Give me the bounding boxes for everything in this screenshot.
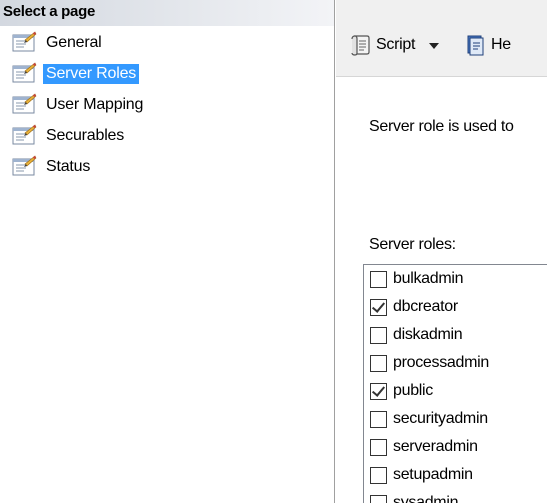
server-role-description: Server role is used to (369, 118, 514, 135)
page-item-user-mapping[interactable]: User Mapping (0, 93, 334, 124)
script-button-label: Script (376, 36, 416, 53)
role-item-bulkadmin[interactable]: bulkadmin (364, 265, 547, 293)
login-properties-window: Select a page General Server Roles User … (0, 0, 547, 503)
help-button[interactable]: He (464, 29, 511, 61)
page-item-server-roles[interactable]: Server Roles (0, 62, 334, 93)
page-item-securables[interactable]: Securables (0, 124, 334, 155)
role-checkbox[interactable] (370, 382, 387, 400)
select-page-pane: Select a page General Server Roles User … (0, 0, 335, 503)
role-label: dbcreator (393, 298, 458, 315)
role-checkbox[interactable] (370, 466, 387, 484)
role-item-diskadmin[interactable]: diskadmin (364, 321, 547, 349)
role-label: sysadmin (393, 494, 459, 503)
script-icon (351, 35, 370, 56)
page-properties-icon (12, 93, 37, 114)
role-label: public (393, 382, 434, 399)
page-item-status[interactable]: Status (0, 155, 334, 186)
page-properties-icon (12, 155, 37, 176)
page-item-label: General (46, 34, 102, 51)
role-label: processadmin (393, 354, 490, 371)
page-item-label: Status (46, 158, 91, 175)
role-label: setupadmin (393, 466, 473, 483)
role-item-serveradmin[interactable]: serveradmin (364, 433, 547, 461)
role-checkbox[interactable] (370, 326, 387, 344)
role-item-sysadmin[interactable]: sysadmin (364, 489, 547, 503)
role-item-setupadmin[interactable]: setupadmin (364, 461, 547, 489)
role-checkbox[interactable] (370, 494, 387, 503)
server-roles-label: Server roles: (369, 236, 456, 253)
toolbar: Script He (336, 0, 547, 77)
role-item-public[interactable]: public (364, 377, 547, 405)
role-checkbox[interactable] (370, 354, 387, 372)
script-button[interactable]: Script (349, 29, 440, 61)
role-label: diskadmin (393, 326, 463, 343)
server-roles-pane: Script He Server role is used to Server … (336, 0, 547, 503)
page-properties-icon (12, 62, 37, 83)
page-item-label: Server Roles (43, 64, 140, 84)
role-checkbox[interactable] (370, 270, 387, 288)
role-checkbox[interactable] (370, 438, 387, 456)
server-roles-list[interactable]: bulkadmin dbcreator diskadmin processadm… (363, 264, 547, 503)
page-properties-icon (12, 124, 37, 145)
page-properties-icon (12, 31, 37, 52)
page-list: General Server Roles User Mapping Secura… (0, 31, 334, 186)
role-label: serveradmin (393, 438, 478, 455)
page-item-label: User Mapping (46, 96, 144, 113)
chevron-down-icon[interactable] (429, 43, 440, 49)
role-checkbox[interactable] (370, 410, 387, 428)
page-item-label: Securables (46, 127, 125, 144)
role-item-processadmin[interactable]: processadmin (364, 349, 547, 377)
role-label: securityadmin (393, 410, 488, 427)
role-item-dbcreator[interactable]: dbcreator (364, 293, 547, 321)
role-label: bulkadmin (393, 270, 464, 287)
page-item-general[interactable]: General (0, 31, 334, 62)
select-page-header: Select a page (0, 0, 334, 26)
role-item-securityadmin[interactable]: securityadmin (364, 405, 547, 433)
role-checkbox[interactable] (370, 298, 387, 316)
help-icon (467, 35, 484, 56)
help-button-label: He (491, 36, 511, 53)
